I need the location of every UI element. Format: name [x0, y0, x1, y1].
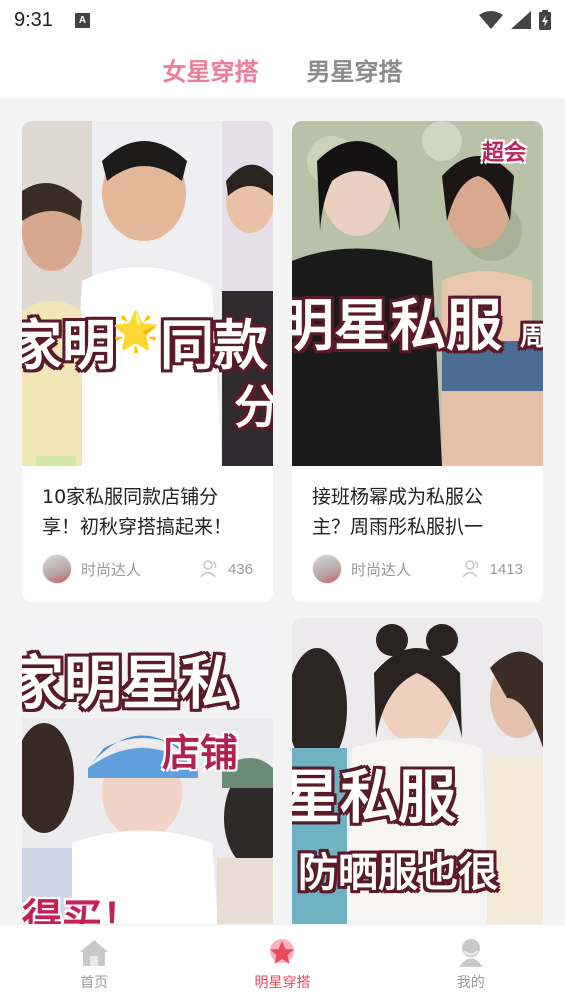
card-meta: 时尚达人 1413 [312, 554, 523, 584]
view-count: 1413 [462, 560, 523, 578]
article-card[interactable]: 家明 🌟 同款 分 10家私服同款店铺分 享！初秋穿搭搞起来！ 时尚达人 436 [22, 121, 273, 602]
view-count: 436 [200, 560, 253, 578]
status-icons [479, 10, 551, 30]
wifi-icon [479, 11, 503, 29]
card-title: 10家私服同款店铺分 享！初秋穿搭搞起来！ [42, 482, 253, 542]
author-name: 时尚达人 [351, 560, 412, 579]
nav-profile-label: 我的 [456, 974, 485, 991]
thumbnail-caption: 家明 [22, 314, 116, 377]
thumbnail-caption-2: 店铺 [162, 731, 239, 775]
tab-female-stars[interactable]: 女星穿搭 [163, 52, 259, 87]
notification-icon: A [74, 12, 90, 28]
card-body: 接班杨幂成为私服公 主？周雨彤私服扒一 时尚达人 1413 [292, 466, 543, 602]
card-body: 10家私服同款店铺分 享！初秋穿搭搞起来！ 时尚达人 436 [22, 466, 273, 602]
card-title-line-2: 享！初秋穿搭搞起来！ [42, 516, 233, 538]
card-thumbnail[interactable]: 家明 🌟 同款 分 [22, 121, 273, 466]
card-title: 接班杨幂成为私服公 主？周雨彤私服扒一 [312, 482, 523, 542]
nav-home-label: 首页 [80, 974, 109, 991]
home-icon [80, 939, 109, 966]
star-icon [270, 938, 295, 964]
people-icon [462, 560, 479, 578]
thumbnail-badge: 超会 [482, 141, 527, 166]
nav-star-outfits-label: 明星穿搭 [254, 974, 311, 991]
thumbnail-caption: 星私服 [292, 763, 457, 831]
author-name: 时尚达人 [81, 560, 142, 579]
thumbnail-caption: 明星私服 [292, 294, 502, 359]
card-thumbnail[interactable]: 超会 明星私服 周 [292, 121, 543, 466]
card-title-line-1: 10家私服同款店铺分 [42, 486, 219, 508]
card-meta: 时尚达人 436 [42, 554, 253, 584]
author-avatar [312, 554, 342, 584]
view-count-value: 436 [227, 560, 253, 578]
thumbnail-caption-2: 周 [520, 322, 543, 352]
article-card[interactable]: 超会 明星私服 周 接班杨幂成为私服公 主？周雨彤私服扒一 时尚达人 1413 [292, 121, 543, 602]
card-thumbnail[interactable]: 星私服 防晒服也很 [292, 618, 543, 924]
article-card[interactable]: 家明星私 店铺 得买！ [22, 618, 273, 924]
thumbnail-caption-2: 防晒服也很 [298, 850, 498, 896]
signal-icon [511, 11, 531, 29]
battery-icon [539, 10, 551, 30]
card-title-line-1: 接班杨幂成为私服公 [312, 486, 484, 508]
thumbnail-caption-3: 分 [234, 380, 273, 434]
nav-profile[interactable]: 我的 [377, 925, 565, 1004]
star-emoji: 🌟 [112, 309, 160, 353]
card-title-line-2: 主？周雨彤私服扒一 [312, 516, 484, 538]
bottom-nav: 首页 明星穿搭 我的 [0, 924, 565, 1004]
people-icon [200, 560, 217, 578]
profile-icon [458, 938, 483, 967]
status-time: 9:31 [14, 8, 53, 31]
view-count-value: 1413 [489, 560, 523, 578]
feed-content[interactable]: 家明 🌟 同款 分 10家私服同款店铺分 享！初秋穿搭搞起来！ 时尚达人 436 [0, 98, 565, 924]
status-bar: 9:31 A [0, 0, 565, 40]
card-thumbnail[interactable]: 家明星私 店铺 得买！ [22, 618, 273, 924]
author-avatar [42, 554, 72, 584]
thumbnail-caption-2: 同款 [160, 314, 268, 377]
tab-male-stars[interactable]: 男星穿搭 [307, 52, 403, 87]
nav-home[interactable]: 首页 [0, 925, 188, 1004]
category-tabs: 女星穿搭 男星穿搭 [0, 40, 565, 98]
thumbnail-caption-3: 得买！ [22, 896, 142, 924]
nav-star-outfits[interactable]: 明星穿搭 [188, 925, 376, 1004]
thumbnail-caption: 家明星私 [22, 649, 239, 717]
article-card[interactable]: 星私服 防晒服也很 [292, 618, 543, 924]
